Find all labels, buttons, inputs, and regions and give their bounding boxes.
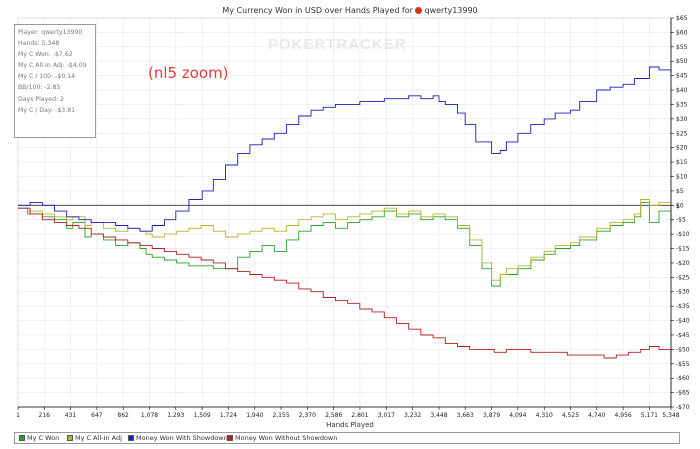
x-tick-label: 4,310 <box>536 412 553 419</box>
legend-label: My C All-In Adj <box>75 434 122 442</box>
stats-bb-100: BB/100: -2.85 <box>18 84 61 92</box>
stats-box: Player: qwerty13990 Hands: 5,348 My C Wo… <box>14 24 96 138</box>
legend-label: My C Won <box>27 434 60 442</box>
legend: My C Won My C All-In Adj Money Won With … <box>14 432 680 444</box>
y-tick-label: -$45 <box>676 332 690 339</box>
y-tick-label: $50 <box>676 58 688 65</box>
x-tick-label: 1,724 <box>220 412 237 419</box>
legend-label: Money Won With Showdown <box>136 434 228 442</box>
y-tick-label: -$15 <box>676 246 690 253</box>
legend-swatch <box>128 435 134 441</box>
y-tick-label: -$70 <box>676 404 690 411</box>
legend-swatch <box>227 435 233 441</box>
y-tick-label: $40 <box>676 87 688 94</box>
y-tick-label: $30 <box>676 116 688 123</box>
stats-hands: Hands: 5,348 <box>18 40 60 48</box>
stats-per-day: My C / Day: -$3.81 <box>18 106 76 114</box>
y-tick-label: -$30 <box>676 289 690 296</box>
y-tick-label: -$40 <box>676 318 690 325</box>
y-tick-label: $35 <box>676 101 688 108</box>
legend-label: Money Won Without Showdown <box>235 434 338 442</box>
x-tick-label: 4,094 <box>509 412 526 419</box>
x-tick-label: 431 <box>65 412 77 419</box>
x-tick-label: 1,509 <box>194 412 211 419</box>
x-tick-label: 862 <box>117 412 129 419</box>
y-tick-label: -$10 <box>676 231 690 238</box>
x-tick-label: 4,740 <box>588 412 605 419</box>
y-tick-label: $45 <box>676 73 688 80</box>
y-tick-label: $15 <box>676 159 688 166</box>
x-tick-label: 3,232 <box>404 412 421 419</box>
y-tick-label: -$25 <box>676 274 690 281</box>
y-tick-label: $25 <box>676 130 688 137</box>
grid-layer <box>17 17 672 408</box>
y-tick-label: $20 <box>676 145 688 152</box>
plot-area: $65$60$55$50$45$40$35$30$25$20$15$10$5$0… <box>16 15 690 419</box>
stats-allin-adj: My C All-In Adj: -$4.09 <box>18 62 87 70</box>
stats-player: Player: qwerty13990 <box>18 29 83 36</box>
legend-item-all-in-adj[interactable]: My C All-In Adj <box>67 434 122 442</box>
legend-item-without-showdown[interactable]: Money Won Without Showdown <box>227 434 337 442</box>
y-tick-label: -$55 <box>676 361 690 368</box>
y-tick-label: $10 <box>676 173 688 180</box>
zoom-annotation: (nl5 zoom) <box>148 64 229 82</box>
x-tick-label: 1 <box>16 412 20 419</box>
x-tick-label: 1,293 <box>167 412 184 419</box>
y-tick-label: -$65 <box>676 390 690 397</box>
x-tick-label: 647 <box>91 412 103 419</box>
chart-frame: My Currency Won in USD over Hands Played… <box>0 0 700 449</box>
plot-background <box>17 17 672 408</box>
y-axis-label: $ <box>676 203 680 210</box>
x-tick-label: 2,586 <box>325 412 342 419</box>
y-tick-label: $60 <box>676 29 688 36</box>
x-tick-label: 3,017 <box>378 412 395 419</box>
x-tick-label: 3,663 <box>457 412 474 419</box>
x-tick-label: 1,940 <box>246 412 263 419</box>
legend-swatch <box>19 435 25 441</box>
x-axis-label: Hands Played <box>326 421 374 429</box>
y-tick-label: $55 <box>676 44 688 51</box>
y-tick-label: -$60 <box>676 375 690 382</box>
y-tick-label: -$20 <box>676 260 690 267</box>
pokertracker-watermark: POKERTRACKER <box>268 36 407 53</box>
x-tick-label: 3,448 <box>430 412 447 419</box>
x-tick-label: 3,879 <box>483 412 500 419</box>
x-tick-label: 1,078 <box>141 412 158 419</box>
x-tick-label: 4,525 <box>562 412 579 419</box>
y-tick-label: $5 <box>676 188 684 195</box>
x-tick-label: 5,171 <box>641 412 658 419</box>
y-tick-label: -$5 <box>676 217 686 224</box>
legend-swatch <box>67 435 73 441</box>
x-tick-label: 5,348 <box>662 412 679 419</box>
legend-item-with-showdown[interactable]: Money Won With Showdown <box>128 434 228 442</box>
legend-item-my-c-won[interactable]: My C Won <box>19 434 59 442</box>
stats-per-100: My C / 100: -$0.14 <box>18 73 76 81</box>
stats-days: Days Played: 2 <box>18 95 65 103</box>
stats-won: My C Won: -$7.62 <box>18 51 73 59</box>
x-tick-label: 2,370 <box>299 412 316 419</box>
x-tick-label: 2,155 <box>272 412 289 419</box>
x-tick-label: 4,956 <box>615 412 632 419</box>
y-tick-label: -$50 <box>676 346 690 353</box>
x-tick-label: 216 <box>39 412 51 419</box>
x-tick-label: 2,801 <box>351 412 368 419</box>
y-tick-label: $65 <box>676 15 688 22</box>
y-tick-label: -$35 <box>676 303 690 310</box>
